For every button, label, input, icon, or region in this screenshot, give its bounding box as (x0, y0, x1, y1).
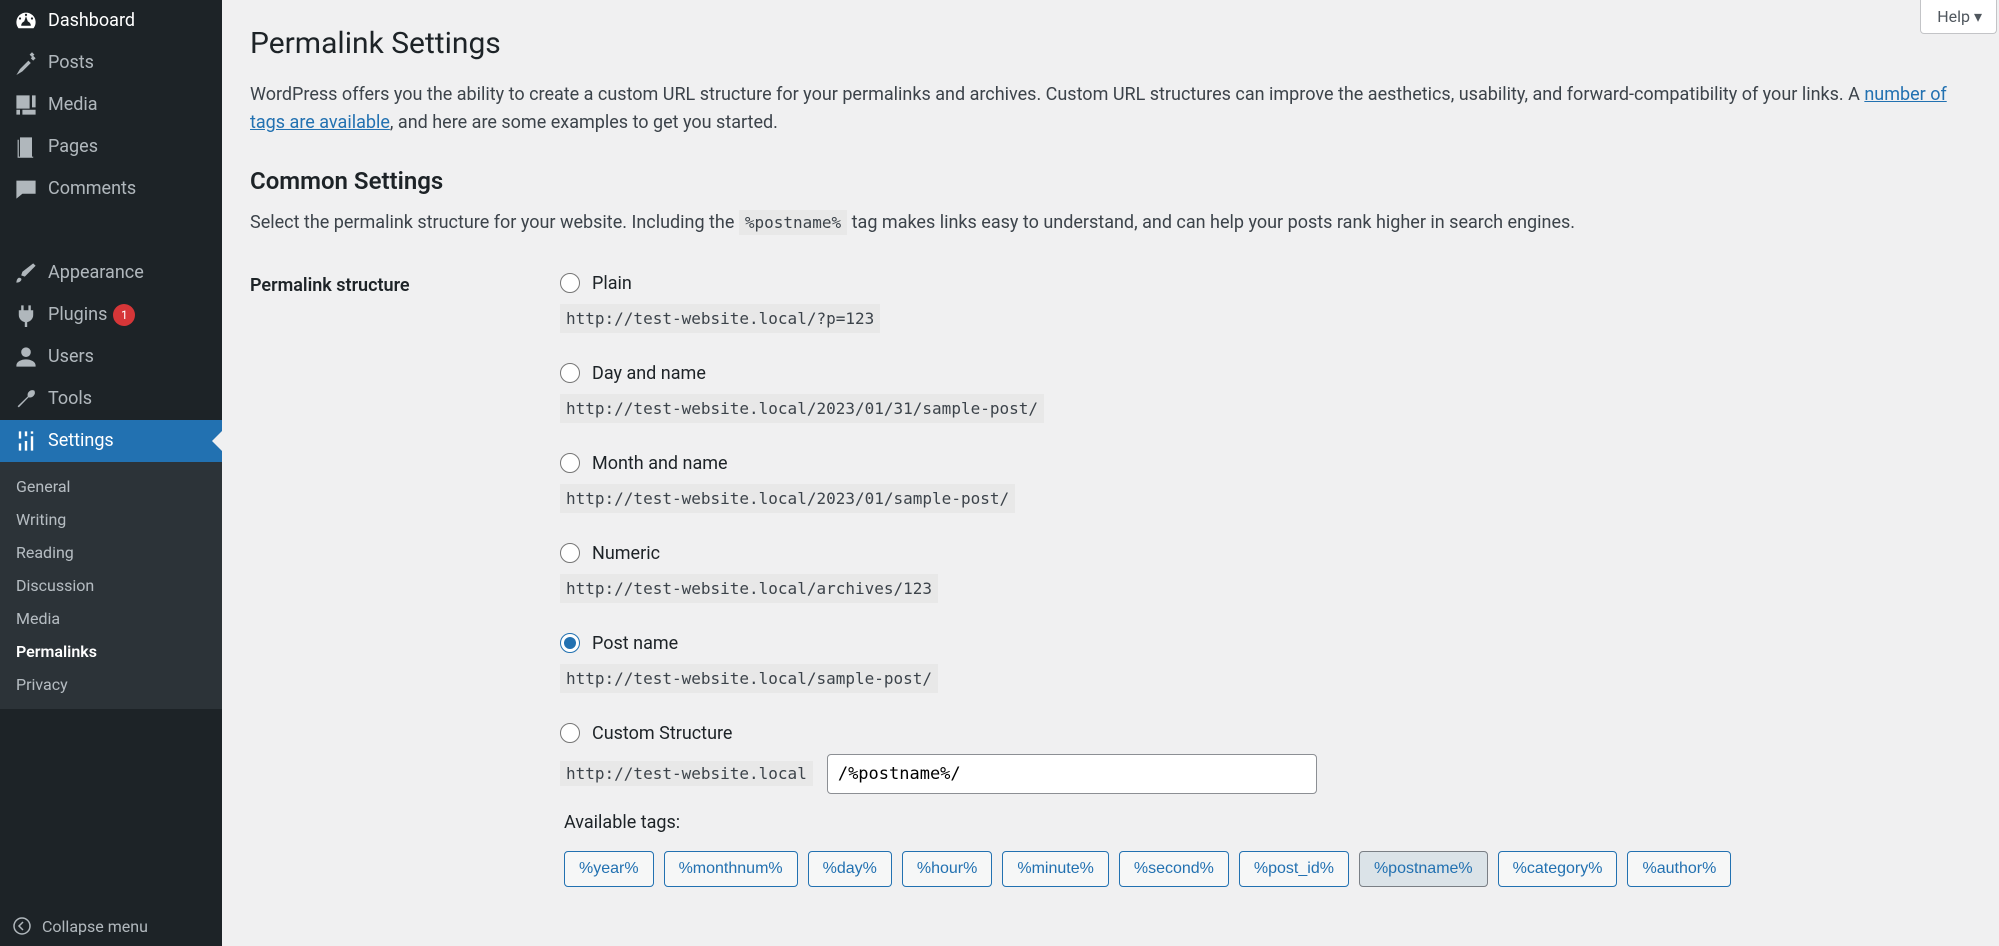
radio-month-label[interactable]: Month and name (592, 453, 728, 474)
help-tab[interactable]: Help ▾ (1920, 0, 1997, 34)
help-label: Help (1937, 7, 1970, 26)
media-label: Media (48, 93, 98, 117)
sidebar-item-dashboard[interactable]: Dashboard (0, 0, 222, 42)
media-icon (14, 93, 38, 117)
radio-postname[interactable] (560, 633, 580, 653)
permalink-structure-row: Permalink structure Plain http://test-we… (250, 273, 1971, 899)
sidebar-item-settings[interactable]: Settings (0, 420, 222, 462)
postname-code: %postname% (739, 210, 847, 235)
comments-label: Comments (48, 177, 136, 201)
page-title: Permalink Settings (250, 12, 1971, 67)
dashboard-label: Dashboard (48, 9, 135, 33)
available-tags-label: Available tags: (564, 812, 1971, 833)
option-day: Day and name http://test-website.local/2… (560, 363, 1971, 423)
common-settings-heading: Common Settings (250, 167, 1971, 195)
appearance-label: Appearance (48, 261, 144, 285)
radio-numeric-label[interactable]: Numeric (592, 543, 660, 564)
custom-base: http://test-website.local (560, 761, 813, 786)
sub-writing[interactable]: Writing (0, 503, 222, 536)
select-paragraph: Select the permalink structure for your … (250, 209, 1971, 237)
option-postname: Post name http://test-website.local/samp… (560, 633, 1971, 693)
option-numeric: Numeric http://test-website.local/archiv… (560, 543, 1971, 603)
tag-button[interactable]: %hour% (902, 851, 992, 887)
plug-icon (14, 303, 38, 327)
admin-sidebar: Dashboard Posts Media Pages Comments (0, 0, 222, 946)
collapse-icon (12, 916, 32, 936)
pin-icon (14, 51, 38, 75)
sub-discussion[interactable]: Discussion (0, 569, 222, 602)
plugins-label: Plugins (48, 303, 107, 327)
tools-label: Tools (48, 387, 92, 411)
radio-day[interactable] (560, 363, 580, 383)
dropdown-icon: ▾ (1974, 7, 1982, 26)
option-custom: Custom Structure http://test-website.loc… (560, 723, 1971, 887)
sidebar-item-plugins[interactable]: Plugins 1 (0, 294, 222, 336)
tag-button[interactable]: %post_id% (1239, 851, 1349, 887)
radio-plain-label[interactable]: Plain (592, 273, 632, 294)
tag-button[interactable]: %postname% (1359, 851, 1488, 887)
radio-postname-label[interactable]: Post name (592, 633, 678, 654)
user-icon (14, 345, 38, 369)
custom-structure-input[interactable] (827, 754, 1317, 794)
sidebar-item-media[interactable]: Media (0, 84, 222, 126)
option-month: Month and name http://test-website.local… (560, 453, 1971, 513)
sidebar-separator (0, 210, 222, 252)
users-label: Users (48, 345, 94, 369)
radio-plain[interactable] (560, 273, 580, 293)
sub-reading[interactable]: Reading (0, 536, 222, 569)
tag-button[interactable]: %second% (1119, 851, 1229, 887)
tag-buttons: %year% %monthnum% %day% %hour% %minute% %seco… (564, 851, 1971, 887)
intro-text-after: , and here are some examples to get you … (390, 112, 778, 133)
posts-label: Posts (48, 51, 94, 75)
radio-custom[interactable] (560, 723, 580, 743)
sidebar-item-pages[interactable]: Pages (0, 126, 222, 168)
example-month: http://test-website.local/2023/01/sample… (560, 484, 1015, 513)
pages-icon (14, 135, 38, 159)
select-text-before: Select the permalink structure for your … (250, 212, 739, 233)
sidebar-item-comments[interactable]: Comments (0, 168, 222, 210)
radio-day-label[interactable]: Day and name (592, 363, 706, 384)
option-plain: Plain http://test-website.local/?p=123 (560, 273, 1971, 333)
plugins-badge: 1 (113, 304, 135, 326)
sub-permalinks[interactable]: Permalinks (0, 635, 222, 668)
example-plain: http://test-website.local/?p=123 (560, 304, 880, 333)
sidebar-item-appearance[interactable]: Appearance (0, 252, 222, 294)
radio-numeric[interactable] (560, 543, 580, 563)
sub-media[interactable]: Media (0, 602, 222, 635)
example-postname: http://test-website.local/sample-post/ (560, 664, 938, 693)
main-content: Help ▾ Permalink Settings WordPress offe… (222, 0, 1999, 946)
settings-submenu: General Writing Reading Discussion Media… (0, 462, 222, 709)
sub-privacy[interactable]: Privacy (0, 668, 222, 701)
comment-icon (14, 177, 38, 201)
settings-icon (14, 429, 38, 453)
example-day: http://test-website.local/2023/01/31/sam… (560, 394, 1044, 423)
radio-custom-label[interactable]: Custom Structure (592, 723, 732, 744)
sub-general[interactable]: General (0, 470, 222, 503)
example-numeric: http://test-website.local/archives/123 (560, 574, 938, 603)
radio-month[interactable] (560, 453, 580, 473)
tag-button[interactable]: %minute% (1002, 851, 1108, 887)
tag-button[interactable]: %category% (1498, 851, 1618, 887)
gauge-icon (14, 9, 38, 33)
sidebar-item-tools[interactable]: Tools (0, 378, 222, 420)
settings-label: Settings (48, 429, 114, 453)
tag-button[interactable]: %monthnum% (664, 851, 798, 887)
wrench-icon (14, 387, 38, 411)
sidebar-item-posts[interactable]: Posts (0, 42, 222, 84)
tag-button[interactable]: %day% (808, 851, 892, 887)
collapse-label: Collapse menu (42, 917, 148, 936)
tag-button[interactable]: %author% (1627, 851, 1731, 887)
row-label: Permalink structure (250, 273, 560, 296)
intro-text-before: WordPress offers you the ability to crea… (250, 84, 1864, 105)
brush-icon (14, 261, 38, 285)
tag-button[interactable]: %year% (564, 851, 654, 887)
pages-label: Pages (48, 135, 98, 159)
sidebar-item-users[interactable]: Users (0, 336, 222, 378)
collapse-menu[interactable]: Collapse menu (0, 906, 222, 946)
select-text-after: tag makes links easy to understand, and … (852, 212, 1575, 233)
intro-paragraph: WordPress offers you the ability to crea… (250, 81, 1971, 137)
permalink-options: Plain http://test-website.local/?p=123 D… (560, 273, 1971, 899)
